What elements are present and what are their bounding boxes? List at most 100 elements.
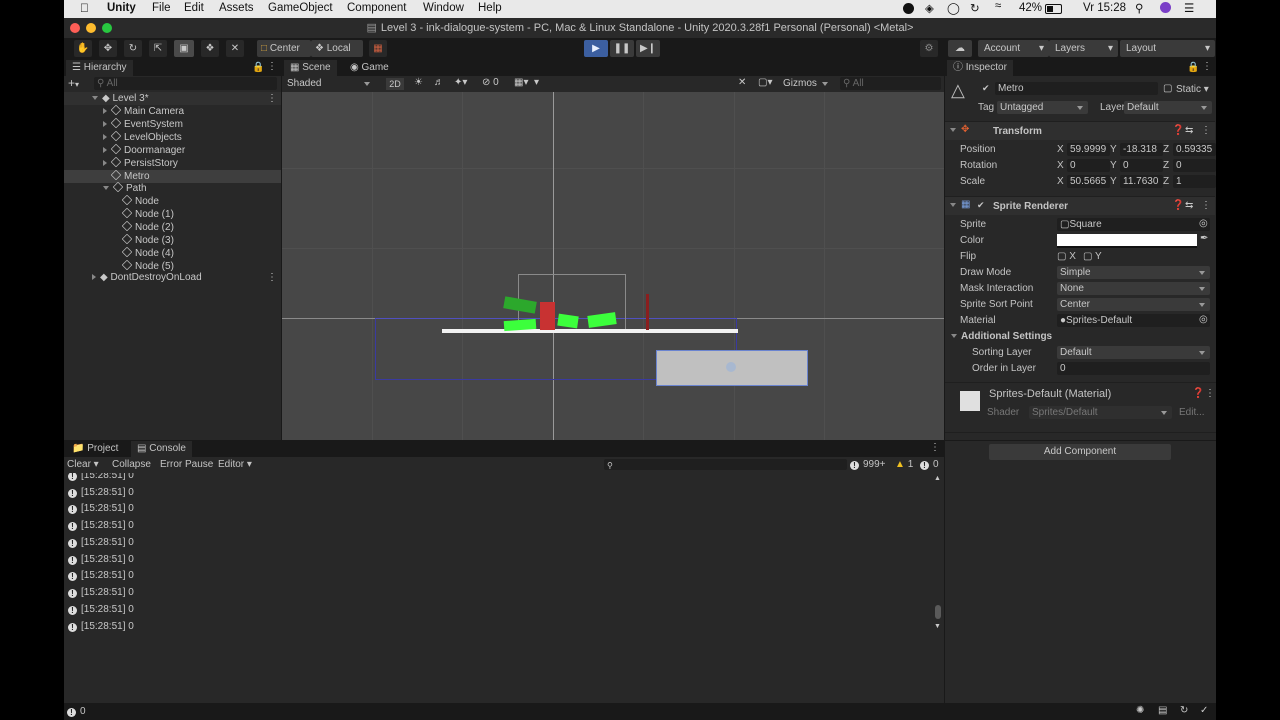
menu-assets[interactable]: Assets <box>219 2 254 14</box>
menu-window[interactable]: Window <box>423 2 464 14</box>
component-menu-icon[interactable]: ⋮ <box>1205 388 1215 399</box>
gizmos-dropdown[interactable]: Gizmos <box>780 77 833 90</box>
console-entry[interactable]: ! [15:28:51] 0 <box>68 473 134 482</box>
dontdestroy-row[interactable]: ◆ DontDestroyOnLoad ⋮ <box>64 271 281 284</box>
foldout-arrow-icon[interactable] <box>103 186 109 191</box>
component-menu-icon[interactable]: ⋮ <box>1201 125 1211 136</box>
custom-tool-icon[interactable]: ✕ <box>226 40 244 57</box>
sprite-renderer-enabled-checkbox[interactable]: ✔ <box>977 200 985 211</box>
console-entry[interactable]: ! [15:28:51] 0 <box>68 620 134 633</box>
help-icon[interactable]: ❓ <box>1172 200 1184 211</box>
tab-scene[interactable]: ▦ Scene <box>284 60 337 76</box>
console-entry[interactable]: ! [15:28:51] 0 <box>68 486 134 499</box>
scene-canvas[interactable] <box>282 92 944 440</box>
scroll-up-icon[interactable]: ▲ <box>934 475 941 482</box>
foldout-arrow-icon[interactable] <box>103 133 107 140</box>
console-entry[interactable]: ! [15:28:51] 0 <box>68 586 134 599</box>
ground-sprite[interactable] <box>442 329 738 333</box>
hand-tool-icon[interactable]: ✋ <box>74 40 92 57</box>
layers-dropdown[interactable]: Layers ▾ <box>1049 40 1118 57</box>
status-ok-icon[interactable]: ✓ <box>1200 705 1208 716</box>
shield-icon[interactable]: ◯ <box>947 1 960 15</box>
hierarchy-item[interactable]: Metro <box>64 169 281 183</box>
transform-scale-x-field[interactable]: 50.5665 <box>1067 175 1110 188</box>
foldout-arrow-icon[interactable] <box>103 108 107 114</box>
spotlight-search-icon[interactable]: ⚲ <box>1135 1 1143 15</box>
foldout-arrow-icon[interactable] <box>950 125 960 136</box>
lock-icon[interactable]: 🔒 <box>252 62 264 73</box>
material-field[interactable]: ●Sprites-Default <box>1057 314 1210 327</box>
panel-menu-icon[interactable]: ⋮ <box>267 61 277 72</box>
shader-edit-button[interactable]: Edit... <box>1179 407 1205 418</box>
menu-app-unity[interactable]: Unity <box>107 2 136 14</box>
console-entry[interactable]: ! [15:28:51] 0 <box>68 519 134 532</box>
tab-project[interactable]: 📁 Project <box>66 441 124 457</box>
object-name-field[interactable]: Metro <box>995 82 1158 95</box>
scene-search-input[interactable]: ⚲ All <box>840 77 941 90</box>
sprite-field[interactable]: ▢Square <box>1057 218 1210 231</box>
console-entry[interactable]: ! [15:28:51] 0 <box>68 536 134 549</box>
panel-menu-icon[interactable]: ⋮ <box>1202 61 1212 72</box>
transform-position-z-field[interactable]: 0.59335 <box>1173 143 1216 156</box>
layer-dropdown[interactable]: Default <box>1124 101 1212 114</box>
object-picker-icon[interactable]: ◎ <box>1199 218 1208 229</box>
door-sprite[interactable] <box>646 294 649 330</box>
hierarchy-search-input[interactable]: ⚲ All <box>94 77 277 90</box>
record-icon[interactable] <box>903 3 914 14</box>
menu-gameobject[interactable]: GameObject <box>268 2 333 14</box>
console-entry[interactable]: ! [15:28:51] 0 <box>68 553 134 566</box>
unity-hub-icon[interactable]: ◈ <box>925 1 934 15</box>
menu-edit[interactable]: Edit <box>184 2 204 14</box>
green-block-sprite[interactable] <box>557 313 579 329</box>
scale-tool-icon[interactable]: ⇱ <box>149 40 167 57</box>
wifi-icon[interactable]: ≈ <box>995 0 1001 12</box>
camera-icon[interactable]: ▢▾ <box>758 77 772 88</box>
console-entry[interactable]: ! [15:28:51] 0 <box>68 603 134 616</box>
hierarchy-item[interactable]: Path <box>64 182 281 195</box>
eyedropper-icon[interactable]: ✒ <box>1200 233 1208 244</box>
tab-console[interactable]: ▤ Console <box>131 441 192 457</box>
pivot-handle[interactable] <box>726 362 736 372</box>
menu-help[interactable]: Help <box>478 2 502 14</box>
hierarchy-item[interactable]: Node (2) <box>64 220 281 234</box>
scene-menu-icon[interactable]: ⋮ <box>267 92 277 105</box>
layers-status-icon[interactable]: ▤ <box>1158 705 1167 716</box>
settings-gear-icon[interactable]: ⚙ <box>920 40 938 57</box>
hierarchy-item[interactable]: Doormanager <box>64 143 281 157</box>
foldout-arrow-icon[interactable] <box>950 200 960 211</box>
pivot-center-button[interactable]: □ Center <box>257 40 311 57</box>
hierarchy-item[interactable]: LevelObjects <box>64 130 281 144</box>
apple-icon[interactable]:  <box>80 1 89 15</box>
shading-mode-dropdown[interactable]: Shaded <box>284 77 375 90</box>
dontdestroy-menu-icon[interactable]: ⋮ <box>267 271 277 284</box>
lighting-icon[interactable]: ☀ <box>414 77 423 88</box>
shader-dropdown[interactable]: Sprites/Default <box>1029 406 1172 419</box>
auto-refresh-icon[interactable]: ↻ <box>1180 705 1188 716</box>
transform-rotation-z-field[interactable]: 0 <box>1173 159 1216 172</box>
menu-component[interactable]: Component <box>347 2 406 14</box>
sort-point-dropdown[interactable]: Center <box>1057 298 1210 311</box>
component-menu-icon[interactable]: ⋮ <box>1201 200 1211 211</box>
bug-icon[interactable]: ✺ <box>1136 705 1144 716</box>
console-scrollbar-thumb[interactable] <box>935 605 941 619</box>
lock-icon[interactable]: 🔒 <box>1187 62 1199 73</box>
active-checkbox[interactable]: ✔ <box>982 83 990 94</box>
hierarchy-item[interactable]: Node (4) <box>64 246 281 260</box>
transform-position-y-field[interactable]: -18.318 <box>1120 143 1163 156</box>
add-object-button[interactable]: +▾ <box>68 77 90 89</box>
console-entry[interactable]: ! [15:28:51] 0 <box>68 502 134 515</box>
editor-dropdown[interactable]: Editor ▾ <box>218 459 252 470</box>
rect-tool-icon[interactable]: ▣ <box>174 40 194 57</box>
rotate-tool-icon[interactable]: ↻ <box>124 40 142 57</box>
siri-icon[interactable] <box>1160 2 1171 13</box>
flip-y-checkbox[interactable]: ▢ Y <box>1083 251 1102 262</box>
error-filter-toggle[interactable]: ! 0 <box>920 459 939 470</box>
grid-settings-icon[interactable]: ▦▾ <box>514 77 528 88</box>
menu-file[interactable]: File <box>152 2 171 14</box>
account-dropdown[interactable]: Account ▾ <box>978 40 1049 57</box>
add-component-button[interactable]: Add Component <box>989 444 1171 460</box>
tag-dropdown[interactable]: Untagged <box>997 101 1088 114</box>
tab-game[interactable]: ◉ Game <box>344 60 395 76</box>
error-pause-toggle[interactable]: Error Pause <box>160 459 213 470</box>
order-in-layer-field[interactable]: 0 <box>1057 362 1210 375</box>
